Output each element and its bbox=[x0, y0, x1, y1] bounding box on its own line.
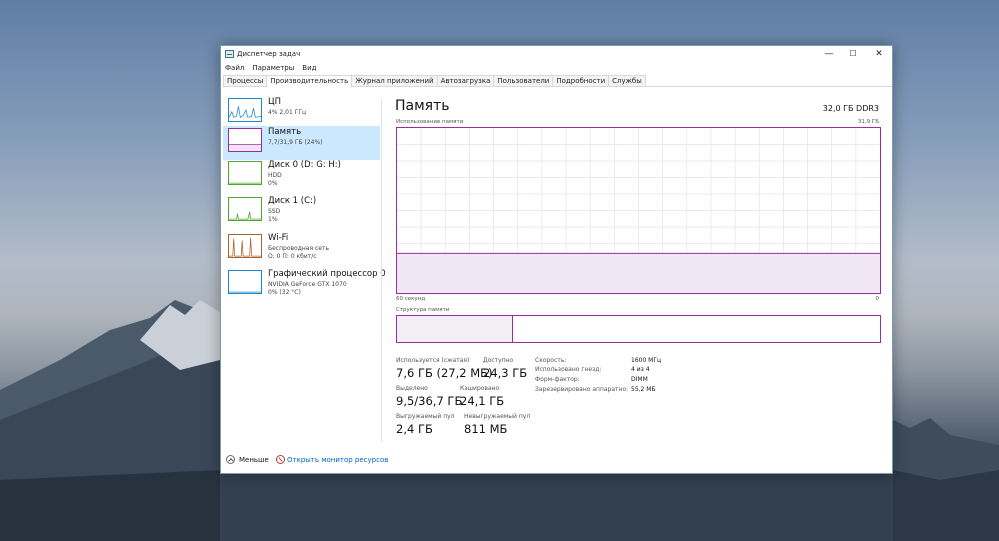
chevron-up-icon[interactable] bbox=[226, 455, 235, 464]
minimize-button[interactable]: — bbox=[820, 48, 838, 60]
resource-type: Беспроводная сеть bbox=[268, 245, 330, 252]
available-label: Доступно bbox=[483, 357, 514, 364]
tab-services[interactable]: Службы bbox=[608, 75, 646, 86]
resource-list: ЦП 4% 2,01 ГГц Память 7,7/31,9 ГБ (24%) … bbox=[222, 96, 386, 446]
committed-label: Выделено bbox=[396, 385, 428, 392]
cached-label: Кэшировано bbox=[460, 385, 500, 392]
tab-performance[interactable]: Производительность bbox=[266, 75, 353, 88]
fewer-details-button[interactable]: Меньше bbox=[239, 456, 269, 464]
resource-item-disk-1[interactable]: Диск 1 (C:) SSD 1% bbox=[223, 195, 380, 229]
disk-graph-icon bbox=[228, 161, 262, 185]
in-use-label: Используется (сжатая) bbox=[396, 357, 470, 364]
resource-detail: 7,7/31,9 ГБ (24%) bbox=[268, 139, 323, 146]
available-value: 24,3 ГБ bbox=[483, 366, 528, 380]
tab-startup[interactable]: Автозагрузка bbox=[436, 75, 495, 86]
resource-type: SSD bbox=[268, 208, 281, 215]
resource-monitor-icon[interactable] bbox=[276, 455, 285, 464]
hardware-reserved-value: 55,2 МБ bbox=[631, 386, 656, 393]
resource-name: Диск 1 (C:) bbox=[268, 196, 317, 206]
menu-bar: Файл Параметры Вид bbox=[221, 63, 320, 74]
resource-usage: 0% (32 °C) bbox=[268, 289, 301, 296]
nonpaged-pool-value: 811 МБ bbox=[464, 422, 508, 436]
resource-name: Память bbox=[268, 127, 302, 137]
resource-item-disk-0[interactable]: Диск 0 (D: G: H:) HDD 0% bbox=[223, 159, 380, 193]
window-title: Диспетчер задач bbox=[237, 50, 301, 58]
memory-spec: 32,0 ГБ DDR3 bbox=[822, 104, 879, 113]
pane-divider[interactable] bbox=[381, 98, 382, 442]
graph-max-label: 31,9 ГБ bbox=[857, 119, 879, 125]
speed-key: Скорость: bbox=[535, 357, 567, 364]
committed-value: 9,5/36,7 ГБ bbox=[396, 394, 463, 408]
slots-value: 4 из 4 bbox=[631, 366, 650, 373]
memory-structure-bar[interactable] bbox=[396, 315, 881, 343]
resource-name: Графический процессор 0 bbox=[268, 269, 386, 279]
maximize-button[interactable]: ☐ bbox=[844, 48, 862, 60]
form-factor-value: DIMM bbox=[631, 376, 648, 383]
speed-value: 1600 МГц bbox=[631, 357, 662, 364]
task-manager-icon bbox=[225, 50, 234, 58]
task-manager-window: Диспетчер задач — ☐ ✕ Файл Параметры Вид… bbox=[220, 45, 893, 474]
title-bar[interactable]: Диспетчер задач — ☐ ✕ bbox=[221, 46, 892, 62]
open-resource-monitor-link[interactable]: Открыть монитор ресурсов bbox=[287, 456, 388, 464]
tab-bar: Процессы Производительность Журнал прило… bbox=[223, 75, 892, 88]
structure-label: Структура памяти bbox=[396, 307, 450, 313]
resource-usage: 1% bbox=[268, 216, 278, 223]
time-axis-left: 60 секунд bbox=[396, 296, 426, 302]
menu-file[interactable]: Файл bbox=[221, 63, 248, 74]
in-use-value: 7,6 ГБ (27,2 МБ) bbox=[396, 366, 493, 380]
page-title: Память bbox=[395, 98, 450, 114]
resource-name: ЦП bbox=[268, 97, 281, 107]
close-button[interactable]: ✕ bbox=[870, 48, 888, 60]
gpu-graph-icon bbox=[228, 270, 262, 294]
footer: Меньше Открыть монитор ресурсов bbox=[221, 451, 892, 471]
tab-users[interactable]: Пользователи bbox=[493, 75, 554, 86]
paged-pool-label: Выгружаемый пул bbox=[396, 413, 455, 420]
disk-graph-icon bbox=[228, 197, 262, 221]
resource-name: Диск 0 (D: G: H:) bbox=[268, 160, 341, 170]
resource-item-gpu[interactable]: Графический процессор 0 NVIDIA GeForce G… bbox=[223, 268, 386, 302]
resource-usage: 0% bbox=[268, 180, 278, 187]
hardware-reserved-key: Зарезервировано аппаратно: bbox=[535, 386, 629, 393]
resource-throughput: О: 0 П: 0 кбит/с bbox=[268, 253, 317, 260]
form-factor-key: Форм-фактор: bbox=[535, 376, 580, 383]
resource-item-wifi[interactable]: Wi-Fi Беспроводная сеть О: 0 П: 0 кбит/с bbox=[223, 232, 380, 266]
memory-in-use-segment bbox=[397, 316, 513, 342]
menu-view[interactable]: Вид bbox=[298, 63, 320, 74]
nonpaged-pool-label: Невыгружаемый пул bbox=[464, 413, 531, 420]
slots-key: Использовано гнезд: bbox=[535, 366, 602, 373]
resource-detail: 4% 2,01 ГГц bbox=[268, 109, 307, 116]
menu-options[interactable]: Параметры bbox=[248, 63, 298, 74]
paged-pool-value: 2,4 ГБ bbox=[396, 422, 433, 436]
tab-details[interactable]: Подробности bbox=[552, 75, 610, 86]
time-axis-right: 0 bbox=[875, 296, 880, 302]
tab-app-history[interactable]: Журнал приложений bbox=[351, 75, 438, 86]
resource-item-memory[interactable]: Память 7,7/31,9 ГБ (24%) bbox=[223, 126, 380, 160]
resource-name: Wi-Fi bbox=[268, 233, 289, 243]
graph-label: Использование памяти bbox=[396, 119, 464, 125]
memory-usage-graph bbox=[396, 127, 881, 294]
resource-type: HDD bbox=[268, 172, 282, 179]
memory-graph-icon bbox=[228, 128, 262, 152]
tab-processes[interactable]: Процессы bbox=[223, 75, 268, 86]
resource-model: NVIDIA GeForce GTX 1070 bbox=[268, 281, 347, 288]
resource-item-cpu[interactable]: ЦП 4% 2,01 ГГц bbox=[223, 96, 380, 130]
memory-usage-fill bbox=[397, 253, 880, 293]
network-graph-icon bbox=[228, 234, 262, 258]
cpu-graph-icon bbox=[228, 98, 262, 122]
cached-value: 24,1 ГБ bbox=[460, 394, 505, 408]
